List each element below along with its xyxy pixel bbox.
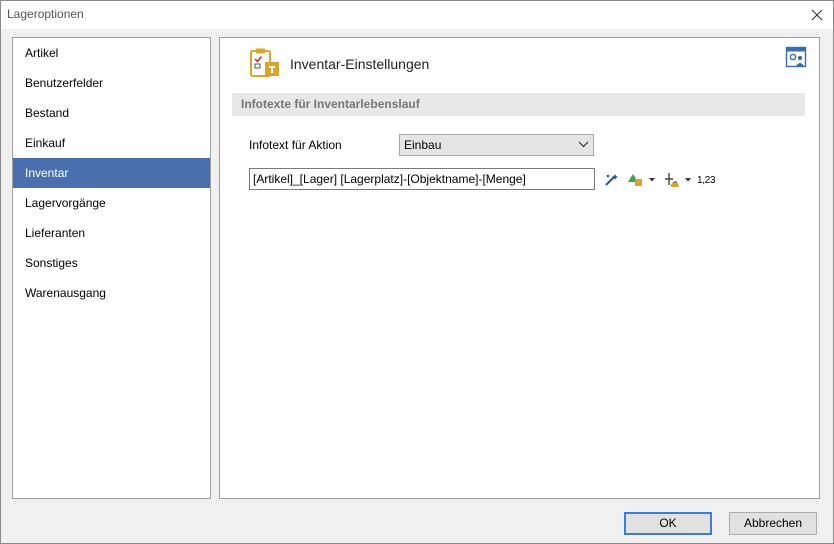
insert-object-icon [628, 174, 642, 186]
action-select-value: Einbau [404, 138, 442, 152]
number-format-button[interactable]: 1,23 [697, 171, 716, 189]
page-title: Inventar-Einstellungen [290, 56, 430, 72]
inventory-clipboard-icon [250, 48, 279, 77]
section-header: Infotexte für Inventarlebenslauf [232, 93, 805, 116]
action-select[interactable]: Einbau [399, 134, 594, 156]
number-format-label: 1,23 [697, 174, 716, 186]
insert-field-icon [665, 173, 679, 187]
nav-item-inventar[interactable]: Inventar [13, 158, 210, 188]
user-settings-icon[interactable] [785, 46, 807, 68]
insert-field-button[interactable] [662, 171, 692, 189]
magic-wand-icon [605, 174, 618, 186]
window-title: Lageroptionen [7, 7, 84, 21]
nav-item-lieferanten[interactable]: Lieferanten [13, 218, 210, 248]
options-dialog: Lageroptionen Artikel Benutzerfelder Bes… [0, 0, 834, 544]
chevron-down-icon [578, 141, 589, 148]
dropdown-arrow-icon [685, 178, 691, 182]
infotext-input[interactable]: [Artikel]_[Lager] [Lagerplatz]-[Objektna… [249, 168, 595, 190]
dropdown-arrow-icon [649, 178, 655, 182]
category-list: Artikel Benutzerfelder Bestand Einkauf I… [12, 37, 211, 499]
settings-panel: Inventar-Einstellungen Infotexte für Inv… [219, 37, 820, 499]
wand-button[interactable] [604, 171, 620, 189]
insert-object-button[interactable] [628, 171, 656, 189]
nav-item-warenausgang[interactable]: Warenausgang [13, 278, 210, 308]
nav-item-bestand[interactable]: Bestand [13, 98, 210, 128]
close-button[interactable] [807, 5, 827, 25]
nav-item-benutzerfelder[interactable]: Benutzerfelder [13, 68, 210, 98]
cancel-button[interactable]: Abbrechen [729, 512, 817, 535]
title-bar: Lageroptionen [1, 1, 833, 29]
action-label: Infotext für Aktion [249, 138, 342, 152]
nav-item-einkauf[interactable]: Einkauf [13, 128, 210, 158]
nav-item-sonstiges[interactable]: Sonstiges [13, 248, 210, 278]
nav-item-artikel[interactable]: Artikel [13, 38, 210, 68]
ok-button[interactable]: OK [624, 512, 712, 535]
nav-item-lagervorgaenge[interactable]: Lagervorgänge [13, 188, 210, 218]
close-icon [811, 9, 823, 21]
